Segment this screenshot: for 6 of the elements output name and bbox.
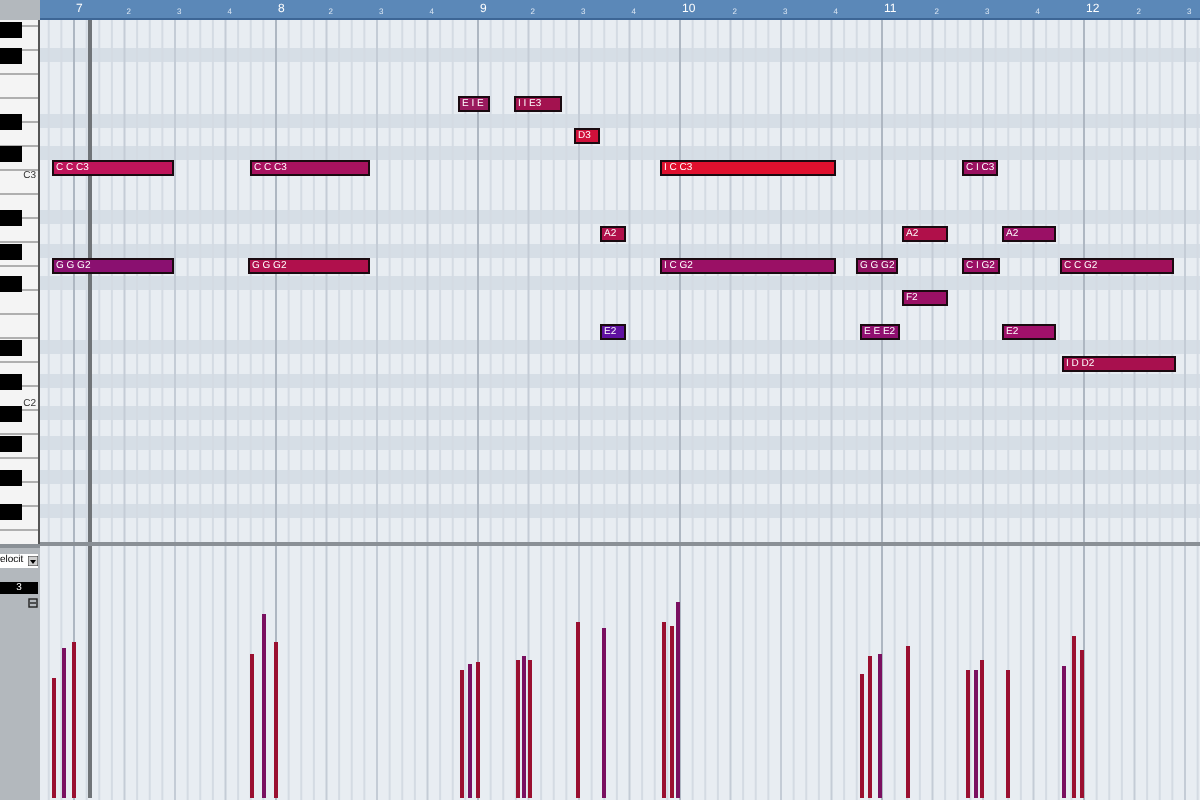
velocity-bars-drawing[interactable] bbox=[52, 602, 1084, 798]
collapse-icon[interactable] bbox=[28, 598, 38, 608]
dropdown-caret-icon[interactable] bbox=[28, 556, 38, 566]
corner-panel bbox=[0, 0, 40, 20]
piano-keyboard-drawing[interactable] bbox=[0, 22, 38, 531]
note-grid[interactable] bbox=[40, 20, 1200, 542]
